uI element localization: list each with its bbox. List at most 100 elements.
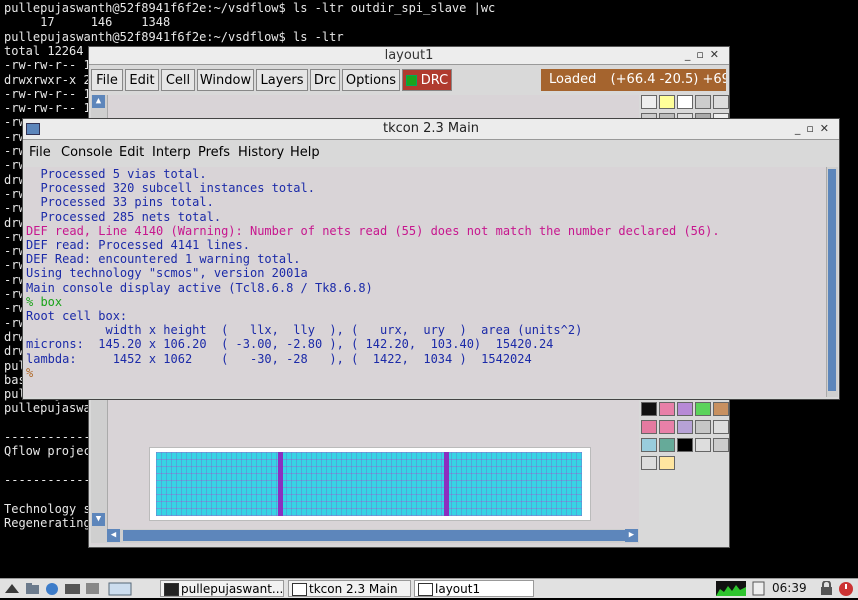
terminal-icon <box>164 583 179 596</box>
menu-layers[interactable]: Layers <box>256 69 308 91</box>
clipboard-icon[interactable] <box>750 581 767 596</box>
window-controls[interactable]: _▫✕ <box>685 48 725 61</box>
window-icon <box>418 583 433 596</box>
layer-swatch[interactable] <box>659 456 675 470</box>
console-line: DEF Read: encountered 1 warning total. <box>26 252 301 267</box>
layer-swatch[interactable] <box>695 95 711 109</box>
terminal-line: pullepujaswanth@52f8941f6f2e:~/vsdflow$ … <box>4 29 344 44</box>
layer-swatch[interactable] <box>659 402 675 416</box>
console-line: Processed 33 pins total. <box>26 195 214 210</box>
task-layout1[interactable]: layout1 <box>414 580 534 597</box>
layer-swatch[interactable] <box>641 420 657 434</box>
menu-file[interactable]: File <box>91 69 123 91</box>
horizontal-scroll-thumb[interactable] <box>123 530 625 541</box>
drc-status-button[interactable]: DRC <box>402 69 452 91</box>
layout-cell-view[interactable] <box>149 447 591 521</box>
terminal-line: ------------ <box>4 472 91 487</box>
task-tkcon[interactable]: tkcon 2.3 Main <box>288 580 411 597</box>
console-scrollbar[interactable] <box>826 167 838 397</box>
window-controls[interactable]: _▫✕ <box>795 122 835 135</box>
console-line: DEF read: Processed 4141 lines. <box>26 238 250 253</box>
console-line: % box <box>26 294 63 309</box>
menu-console[interactable]: Console <box>61 145 113 160</box>
terminal-line: pullepujaswanth@52f8941f6f2e:~/vsdflow$ … <box>4 1 496 15</box>
cursor-coordinates: (+66.4 -20.5) +69.4 -17.7 microns <box>610 72 726 87</box>
tkcon-title: tkcon 2.3 Main <box>383 121 479 136</box>
layer-swatch[interactable] <box>641 456 657 470</box>
clock: 06:39 <box>772 581 807 595</box>
menu-help[interactable]: Help <box>290 145 320 160</box>
layer-swatch[interactable] <box>677 95 693 109</box>
console-line: % <box>26 365 34 380</box>
status-loaded: Loaded <box>549 72 597 87</box>
menu-options[interactable]: Options <box>342 69 400 91</box>
layer-swatch[interactable] <box>677 420 693 434</box>
layer-swatch[interactable] <box>713 95 729 109</box>
layout-status: Loaded (+66.4 -20.5) +69.4 -17.7 microns <box>541 69 726 91</box>
layer-swatch[interactable] <box>695 420 711 434</box>
layer-swatch[interactable] <box>677 438 693 452</box>
tkcon-menubar: File Console Edit Interp Prefs History H… <box>23 140 839 166</box>
terminal-line: -rw-rw-r-- 1 <box>4 101 91 116</box>
scroll-down-arrow-icon[interactable]: ▼ <box>92 513 105 526</box>
tkcon-titlebar[interactable]: tkcon 2.3 Main _▫✕ <box>23 119 839 140</box>
menu-history[interactable]: History <box>238 145 284 160</box>
menu-icon[interactable] <box>4 581 21 596</box>
files-icon[interactable] <box>84 581 101 596</box>
scroll-right-arrow-icon[interactable]: ▶ <box>625 529 638 542</box>
layer-swatch[interactable] <box>695 438 711 452</box>
menu-interp[interactable]: Interp <box>152 145 191 160</box>
files-icon[interactable] <box>24 581 41 596</box>
scroll-up-arrow-icon[interactable]: ▲ <box>92 95 105 108</box>
terminal-launch-icon[interactable] <box>64 581 81 596</box>
tkcon-window[interactable]: tkcon 2.3 Main _▫✕ File Console Edit Int… <box>22 118 840 400</box>
lock-icon[interactable] <box>818 580 835 596</box>
drc-indicator-icon <box>405 75 417 86</box>
layer-swatch[interactable] <box>695 402 711 416</box>
taskbar: pullepujaswant... tkcon 2.3 Main layout1… <box>0 578 858 598</box>
menu-window[interactable]: Window <box>197 69 254 91</box>
terminal-line: 17 146 1348 <box>4 15 171 30</box>
layer-swatch[interactable] <box>641 95 657 109</box>
layer-swatch[interactable] <box>713 438 729 452</box>
desktop-icon[interactable] <box>108 581 132 596</box>
console-line: lambda: 1452 x 1062 ( -30, -28 ), ( 1422… <box>26 351 532 366</box>
menu-cell[interactable]: Cell <box>161 69 195 91</box>
console-scroll-thumb[interactable] <box>828 169 836 391</box>
layer-swatch[interactable] <box>713 420 729 434</box>
console-line: Processed 285 nets total. <box>26 209 222 224</box>
cpu-monitor-icon <box>716 581 746 596</box>
terminal-line: Qflow project <box>4 444 98 459</box>
horizontal-scrollbar[interactable]: ◀ ▶ <box>107 529 639 543</box>
power-icon[interactable] <box>838 581 855 596</box>
layer-swatch[interactable] <box>659 420 675 434</box>
menu-edit[interactable]: Edit <box>119 145 144 160</box>
console-line: microns: 145.20 x 106.20 ( -3.00, -2.80 … <box>26 337 554 352</box>
console-line: width x height ( llx, lly ), ( urx, ury … <box>26 323 583 338</box>
layer-swatch[interactable] <box>659 95 675 109</box>
console-output[interactable]: Processed 5 vias total. Processed 320 su… <box>24 167 826 397</box>
console-line: Root cell box: <box>26 309 128 324</box>
console-line: Processed 5 vias total. <box>26 167 207 181</box>
layer-swatch[interactable] <box>641 438 657 452</box>
menu-drc[interactable]: Drc <box>310 69 340 91</box>
terminal-line: drwxrwxr-x 2 <box>4 72 91 87</box>
menu-edit[interactable]: Edit <box>125 69 159 91</box>
menu-prefs[interactable]: Prefs <box>198 145 230 160</box>
layer-swatch[interactable] <box>641 402 657 416</box>
layout1-titlebar[interactable]: layout1 _▫✕ <box>89 47 729 65</box>
layout1-menubar: File Edit Cell Window Layers Drc Options… <box>89 65 729 95</box>
menu-file[interactable]: File <box>29 145 51 160</box>
power-stripe <box>444 452 449 516</box>
layer-swatch[interactable] <box>677 402 693 416</box>
console-line: DEF read, Line 4140 (Warning): Number of… <box>26 223 720 238</box>
placed-cells <box>156 452 582 516</box>
browser-icon[interactable] <box>44 581 61 596</box>
layer-swatch[interactable] <box>713 402 729 416</box>
scroll-left-arrow-icon[interactable]: ◀ <box>107 529 120 542</box>
console-line: Processed 320 subcell instances total. <box>26 181 315 196</box>
task-terminal[interactable]: pullepujaswant... <box>160 580 284 597</box>
layout1-title: layout1 <box>384 48 434 63</box>
power-stripe <box>278 452 283 516</box>
layer-swatch[interactable] <box>659 438 675 452</box>
